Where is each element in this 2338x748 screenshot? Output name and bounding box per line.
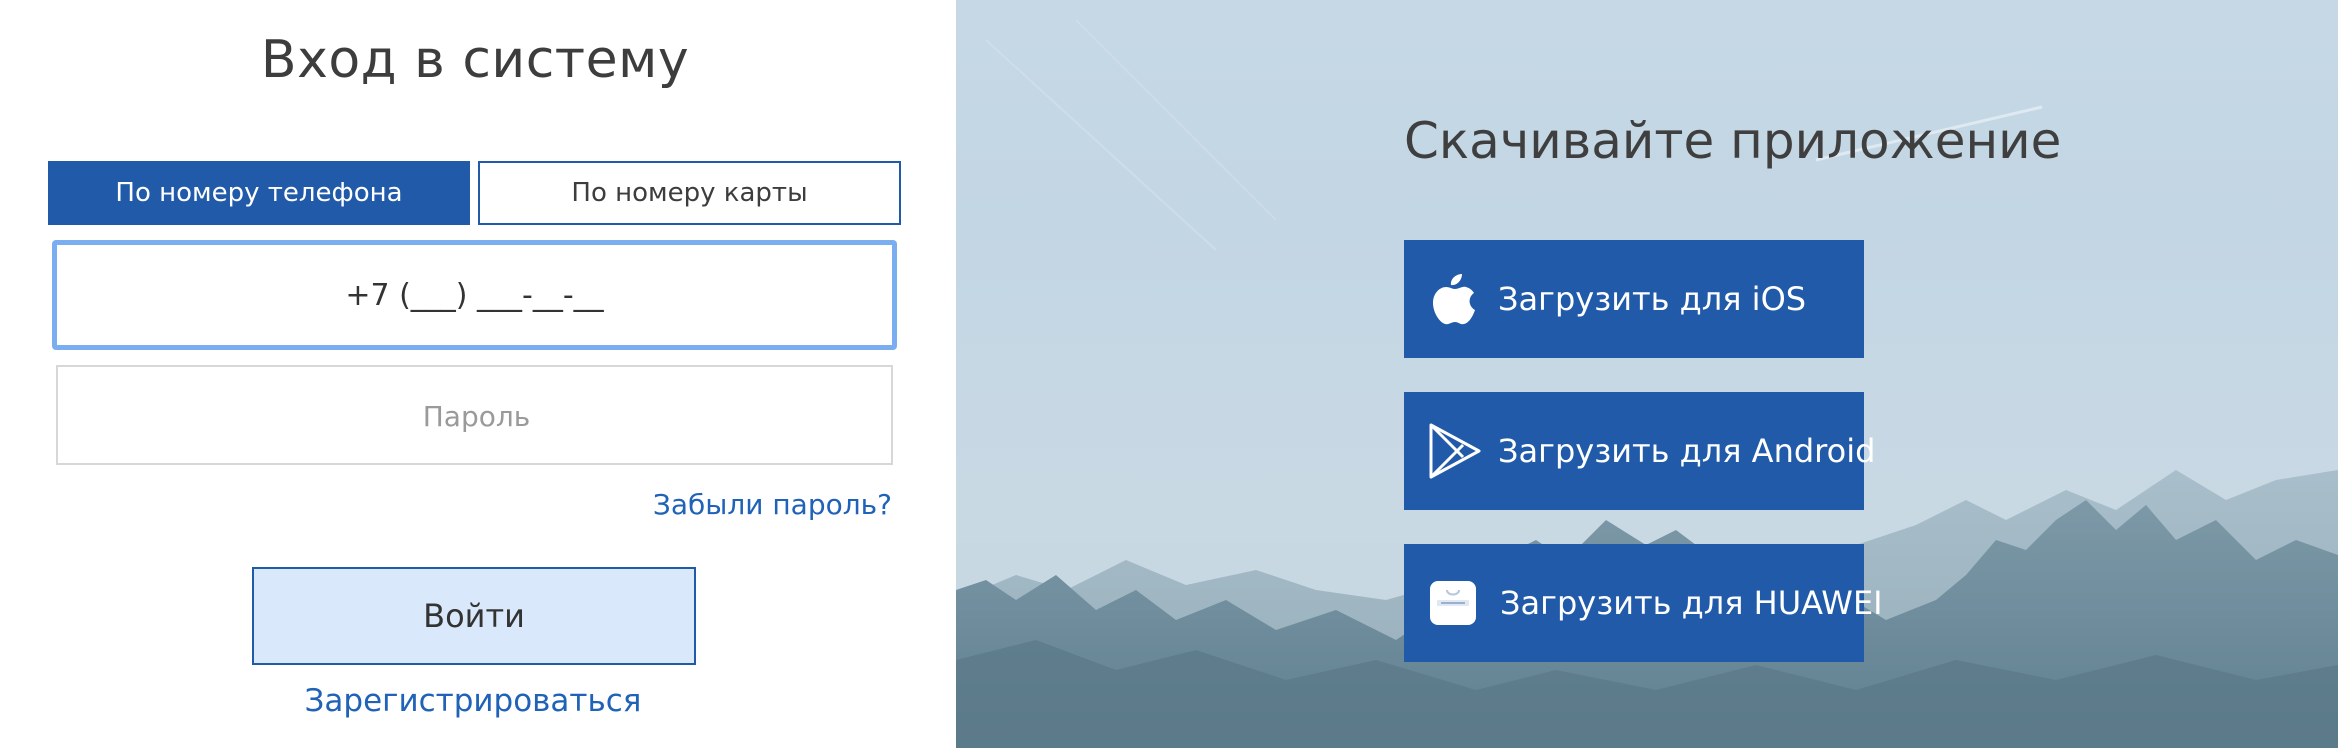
login-method-tabs: По номеру телефона По номеру карты [48,161,901,225]
phone-field[interactable] [52,240,897,350]
promo-title: Скачивайте приложение [1404,112,2062,170]
download-ios-label: Загрузить для iOS [1498,280,1807,318]
download-huawei-label: Загрузить для HUAWEI [1500,584,1883,622]
download-android-button[interactable]: Загрузить для Android [1404,392,1875,510]
download-ios-button[interactable]: Загрузить для iOS [1404,240,1864,358]
tab-phone-number[interactable]: По номеру телефона [48,161,470,225]
google-play-icon [1424,420,1486,482]
page-root: Вход в систему По номеру телефона По ном… [0,0,2338,748]
password-input[interactable] [58,367,895,465]
register-link[interactable]: Зарегистрироваться [0,683,946,719]
login-panel: Вход в систему По номеру телефона По ном… [0,0,956,748]
download-huawei-button[interactable]: Загрузить для HUAWEI [1404,544,1883,662]
password-field[interactable] [56,365,895,465]
apple-icon [1424,268,1486,330]
download-android-label: Загрузить для Android [1498,432,1876,470]
app-promo-panel: Скачивайте приложение Загрузить для iOS … [956,0,2338,748]
tab-card-number[interactable]: По номеру карты [478,161,901,225]
login-button[interactable]: Войти [252,567,696,665]
huawei-appgallery-icon [1430,581,1476,625]
login-title: Вход в систему [260,30,690,90]
phone-input[interactable] [57,244,892,346]
forgot-password-link[interactable]: Забыли пароль? [653,488,892,521]
